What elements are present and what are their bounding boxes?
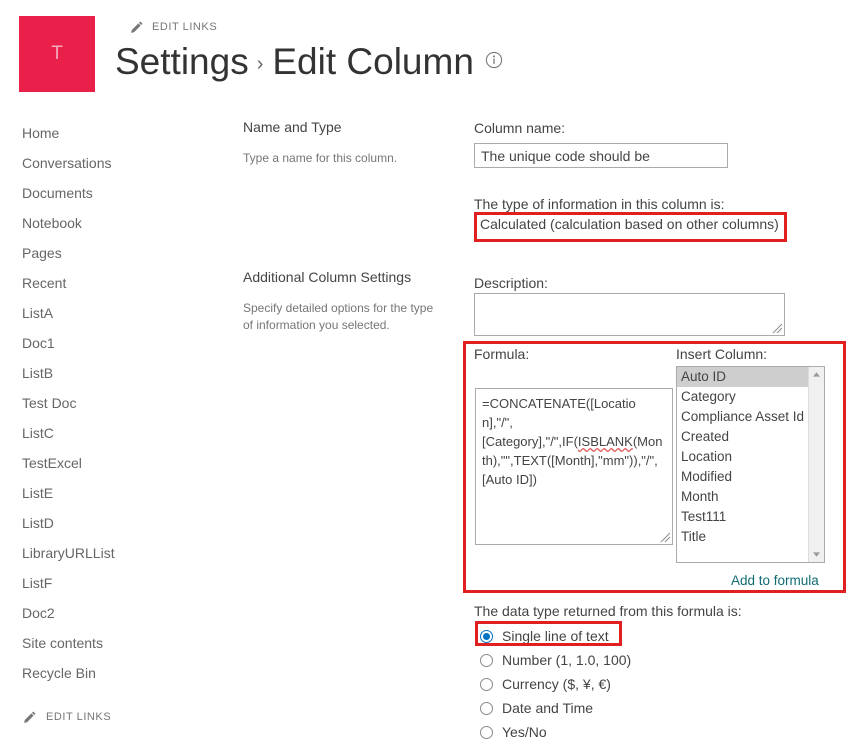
sidebar-item-doc1[interactable]: Doc1 [0,328,220,358]
sidebar-item-documents[interactable]: Documents [0,178,220,208]
insert-column-listbox[interactable]: Auto ID Category Compliance Asset Id Cre… [676,366,825,563]
radio-label-yes-no: Yes/No [502,724,547,740]
scrollbar-thumb[interactable] [810,383,823,533]
sidebar-item-testexcel[interactable]: TestExcel [0,448,220,478]
info-circle-icon[interactable] [485,51,503,69]
list-option-location[interactable]: Location [677,447,808,467]
radio-single-line-of-text[interactable]: Single line of text [480,624,631,648]
sidebar-item-recent[interactable]: Recent [0,268,220,298]
additional-column-settings-heading: Additional Column Settings [243,269,412,285]
type-of-information-label: The type of information in this column i… [474,196,725,212]
column-name-label: Column name: [474,120,566,136]
radio-mark-icon [480,629,493,643]
formula-misspelled-token: ISBLANK [577,434,633,449]
site-logo[interactable]: T [19,16,95,92]
radio-number[interactable]: Number (1, 1.0, 100) [480,648,631,672]
radio-mark-icon [480,653,493,667]
sidebar-item-listf[interactable]: ListF [0,568,220,598]
radio-mark-icon [480,725,493,739]
edit-links-bottom-label: EDIT LINKS [46,711,112,723]
page-title-current: Edit Column [272,41,474,82]
sidebar-nav: Home Conversations Documents Notebook Pa… [0,118,220,688]
radio-mark-icon [480,677,493,691]
column-name-input[interactable] [474,143,728,168]
pencil-icon [129,20,144,35]
radio-label-date-and-time: Date and Time [502,700,594,716]
edit-links-bottom[interactable]: EDIT LINKS [22,709,111,725]
sidebar-item-lista[interactable]: ListA [0,298,220,328]
radio-label-number: Number (1, 1.0, 100) [502,652,632,668]
list-option-test111[interactable]: Test111 [677,507,808,527]
edit-column-page: T EDIT LINKS Settings › Edit Column Home… [0,0,861,756]
list-option-auto-id[interactable]: Auto ID [677,367,808,387]
name-and-type-description: Type a name for this column. [243,151,398,165]
type-of-information-select[interactable]: Calculated (calculation based on other c… [478,216,783,239]
list-option-month[interactable]: Month [677,487,808,507]
list-option-category[interactable]: Category [677,387,808,407]
scroll-down-arrow-icon[interactable] [809,547,824,562]
data-type-radio-group: Single line of text Number (1, 1.0, 100)… [480,624,631,744]
radio-label-single-line-of-text: Single line of text [502,628,609,644]
add-to-formula-link[interactable]: Add to formula [731,573,819,588]
list-option-compliance-asset-id[interactable]: Compliance Asset Id [677,407,808,427]
radio-date-and-time[interactable]: Date and Time [480,696,631,720]
radio-label-currency: Currency ($, ¥, €) [502,676,611,692]
sidebar-item-listc[interactable]: ListC [0,418,220,448]
sidebar-item-doc2[interactable]: Doc2 [0,598,220,628]
edit-links-top[interactable]: EDIT LINKS [129,19,217,35]
formula-label: Formula: [474,346,530,362]
additional-column-settings-description: Specify detailed options for the type of… [243,301,434,332]
description-textarea[interactable] [474,293,785,336]
breadcrumb-separator-icon: › [256,53,264,75]
description-label: Description: [474,275,548,291]
page-title: Settings › Edit Column [115,41,503,83]
sidebar-item-listd[interactable]: ListD [0,508,220,538]
edit-links-top-label: EDIT LINKS [152,21,218,33]
sidebar-item-home[interactable]: Home [0,118,220,148]
radio-mark-icon [480,701,493,715]
sidebar-item-site-contents[interactable]: Site contents [0,628,220,658]
data-type-returned-label: The data type returned from this formula… [474,603,742,619]
radio-yes-no[interactable]: Yes/No [480,720,631,744]
sidebar-item-libraryurllist[interactable]: LibraryURLList [0,538,220,568]
name-and-type-heading: Name and Type [243,119,342,135]
sidebar-item-recycle-bin[interactable]: Recycle Bin [0,658,220,688]
insert-column-label: Insert Column: [676,346,768,362]
sidebar-item-liste[interactable]: ListE [0,478,220,508]
listbox-scrollbar[interactable] [808,367,824,562]
page-title-parent[interactable]: Settings [115,41,249,83]
sidebar-item-notebook[interactable]: Notebook [0,208,220,238]
list-option-title[interactable]: Title [677,527,808,547]
list-option-modified[interactable]: Modified [677,467,808,487]
sidebar-item-conversations[interactable]: Conversations [0,148,220,178]
pencil-icon [22,710,37,725]
list-option-created[interactable]: Created [677,427,808,447]
formula-textarea[interactable]: =CONCATENATE([Location],"/", [Category],… [475,388,673,545]
radio-currency[interactable]: Currency ($, ¥, €) [480,672,631,696]
scroll-up-arrow-icon[interactable] [809,367,824,382]
sidebar-item-pages[interactable]: Pages [0,238,220,268]
sidebar-item-test-doc[interactable]: Test Doc [0,388,220,418]
sidebar-item-listb[interactable]: ListB [0,358,220,388]
site-logo-letter: T [51,43,63,64]
insert-column-options: Auto ID Category Compliance Asset Id Cre… [677,367,808,562]
